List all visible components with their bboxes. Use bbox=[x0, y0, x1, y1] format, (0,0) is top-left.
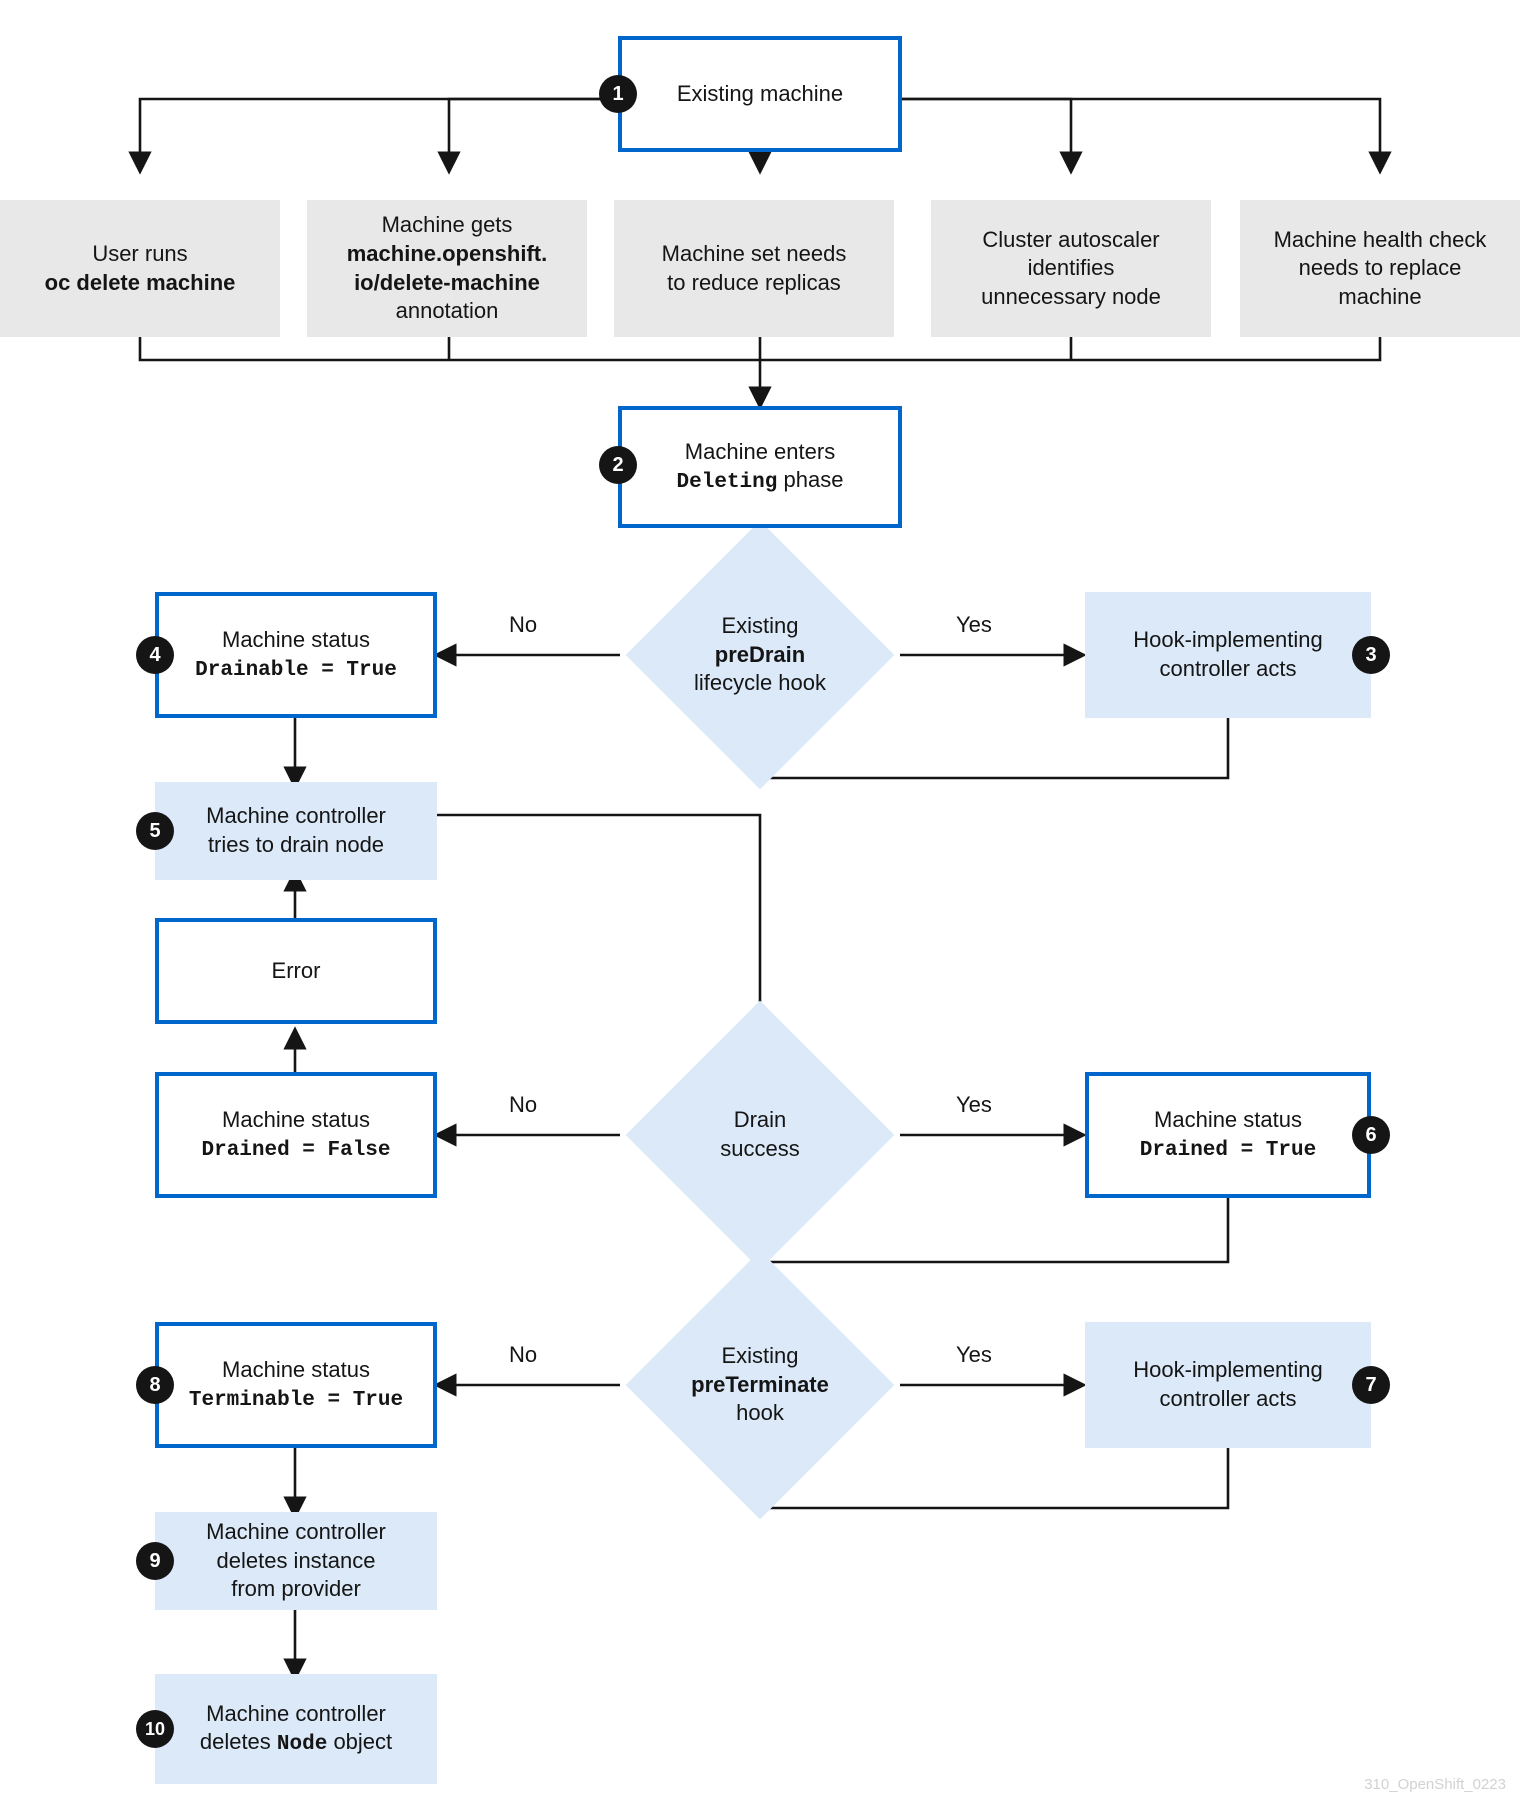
decision-predrain: Existing preDrain lifecycle hook bbox=[625, 520, 895, 790]
predrain-hook-line2: controller acts bbox=[1159, 656, 1297, 681]
node-trigger-machineset: Machine set needs to reduce replicas bbox=[614, 200, 894, 337]
step-badge-4: 4 bbox=[136, 636, 174, 674]
trigger-user-delete-command: oc delete machine bbox=[44, 269, 236, 295]
node-drained-false: Machine status Drained = False bbox=[155, 1072, 437, 1198]
flowchart-canvas: Existing machine 1 User runs oc delete m… bbox=[0, 0, 1520, 1801]
watermark: 310_OpenShift_0223 bbox=[1364, 1776, 1506, 1793]
delete-instance-line1: Machine controller bbox=[206, 1519, 386, 1545]
node-existing-machine-label: Existing machine bbox=[676, 80, 844, 106]
decision-drain-success-line1: Drain bbox=[733, 1107, 787, 1133]
drainable-true-code: Drainable = True bbox=[195, 659, 397, 683]
node-trigger-user-delete: User runs oc delete machine bbox=[0, 200, 280, 337]
edge-label-drain-no: No bbox=[505, 1092, 542, 1118]
decision-preterminate-line1: Existing bbox=[721, 1343, 799, 1369]
trigger-autoscaler-line2: identifies bbox=[1027, 255, 1115, 281]
deleting-phase-tail: phase bbox=[777, 467, 844, 493]
drain-node-line2: tries to drain node bbox=[207, 832, 385, 857]
trigger-annotation-line3: io/delete-machine bbox=[354, 269, 540, 295]
node-drain-node: Machine controller tries to drain node bbox=[155, 782, 437, 880]
node-trigger-autoscaler: Cluster autoscaler identifies unnecessar… bbox=[931, 200, 1211, 337]
node-drainable-true: Machine status Drainable = True bbox=[155, 592, 437, 718]
trigger-autoscaler-line3: unnecessary node bbox=[981, 283, 1161, 309]
node-terminable-true: Machine status Terminable = True bbox=[155, 1322, 437, 1448]
terminable-true-code: Terminable = True bbox=[188, 1389, 404, 1413]
deleting-phase-code: Deleting bbox=[676, 471, 778, 495]
edge-label-preterminate-no: No bbox=[505, 1342, 542, 1368]
error-label: Error bbox=[271, 957, 321, 983]
delete-node-object-line1: Machine controller bbox=[206, 1700, 386, 1726]
edge-label-predrain-no: No bbox=[505, 612, 542, 638]
trigger-machineset-line2: to reduce replicas bbox=[667, 269, 841, 295]
step-badge-5: 5 bbox=[136, 812, 174, 850]
delete-node-object-code: Node bbox=[276, 1733, 328, 1757]
edge-label-predrain-yes: Yes bbox=[952, 612, 996, 638]
drained-false-code: Drained = False bbox=[201, 1139, 391, 1163]
trigger-machineset-line1: Machine set needs bbox=[661, 240, 847, 266]
delete-instance-line2: deletes instance bbox=[216, 1547, 376, 1573]
decision-preterminate-line2: preTerminate bbox=[691, 1371, 829, 1397]
trigger-annotation-line4: annotation bbox=[395, 298, 499, 324]
trigger-healthcheck-line3: machine bbox=[1338, 283, 1422, 309]
decision-drain-success-line2: success bbox=[720, 1136, 800, 1161]
preterminate-hook-line1: Hook-implementing bbox=[1133, 1357, 1323, 1383]
drained-false-line1: Machine status bbox=[222, 1106, 370, 1132]
decision-drain-success: Drain success bbox=[625, 1000, 895, 1270]
decision-predrain-line2: preDrain bbox=[714, 641, 806, 667]
trigger-user-delete-line1: User runs bbox=[92, 240, 188, 266]
trigger-autoscaler-line1: Cluster autoscaler bbox=[982, 226, 1160, 252]
drainable-true-line1: Machine status bbox=[222, 626, 370, 652]
edge-label-preterminate-yes: Yes bbox=[952, 1342, 996, 1368]
decision-predrain-line1: Existing bbox=[721, 613, 799, 639]
delete-node-object-pre: deletes bbox=[199, 1729, 277, 1755]
node-predrain-hook-controller: Hook-implementing controller acts bbox=[1085, 592, 1371, 718]
delete-node-object-post: object bbox=[327, 1729, 393, 1755]
drain-node-line1: Machine controller bbox=[206, 803, 386, 829]
delete-instance-line3: from provider bbox=[231, 1576, 361, 1602]
node-preterminate-hook-controller: Hook-implementing controller acts bbox=[1085, 1322, 1371, 1448]
step-badge-10: 10 bbox=[136, 1710, 174, 1748]
deleting-phase-line1: Machine enters bbox=[684, 438, 836, 464]
edge-label-drain-yes: Yes bbox=[952, 1092, 996, 1118]
decision-predrain-line3: lifecycle hook bbox=[693, 670, 827, 696]
trigger-annotation-line1: Machine gets bbox=[381, 212, 513, 238]
drained-true-code: Drained = True bbox=[1139, 1139, 1317, 1163]
node-delete-node-object: Machine controller deletes Node object bbox=[155, 1674, 437, 1784]
step-badge-7: 7 bbox=[1352, 1366, 1390, 1404]
step-badge-2: 2 bbox=[599, 446, 637, 484]
predrain-hook-line1: Hook-implementing bbox=[1133, 627, 1323, 653]
step-badge-3: 3 bbox=[1352, 636, 1390, 674]
trigger-healthcheck-line1: Machine health check bbox=[1273, 226, 1487, 252]
node-deleting-phase: Machine enters Deleting phase bbox=[618, 406, 902, 528]
step-badge-8: 8 bbox=[136, 1366, 174, 1404]
decision-preterminate: Existing preTerminate hook bbox=[625, 1250, 895, 1520]
decision-preterminate-line3: hook bbox=[736, 1400, 784, 1426]
node-trigger-healthcheck: Machine health check needs to replace ma… bbox=[1240, 200, 1520, 337]
step-badge-6: 6 bbox=[1352, 1116, 1390, 1154]
node-error: Error bbox=[155, 918, 437, 1024]
step-badge-1: 1 bbox=[599, 75, 637, 113]
node-drained-true: Machine status Drained = True bbox=[1085, 1072, 1371, 1198]
step-badge-9: 9 bbox=[136, 1542, 174, 1580]
node-existing-machine: Existing machine bbox=[618, 36, 902, 152]
node-delete-instance: Machine controller deletes instance from… bbox=[155, 1512, 437, 1610]
trigger-annotation-line2: machine.openshift. bbox=[346, 240, 548, 266]
node-trigger-annotation: Machine gets machine.openshift. io/delet… bbox=[307, 200, 587, 337]
terminable-true-line1: Machine status bbox=[222, 1356, 370, 1382]
drained-true-line1: Machine status bbox=[1154, 1106, 1302, 1132]
preterminate-hook-line2: controller acts bbox=[1159, 1386, 1297, 1411]
trigger-healthcheck-line2: needs to replace bbox=[1298, 255, 1462, 281]
